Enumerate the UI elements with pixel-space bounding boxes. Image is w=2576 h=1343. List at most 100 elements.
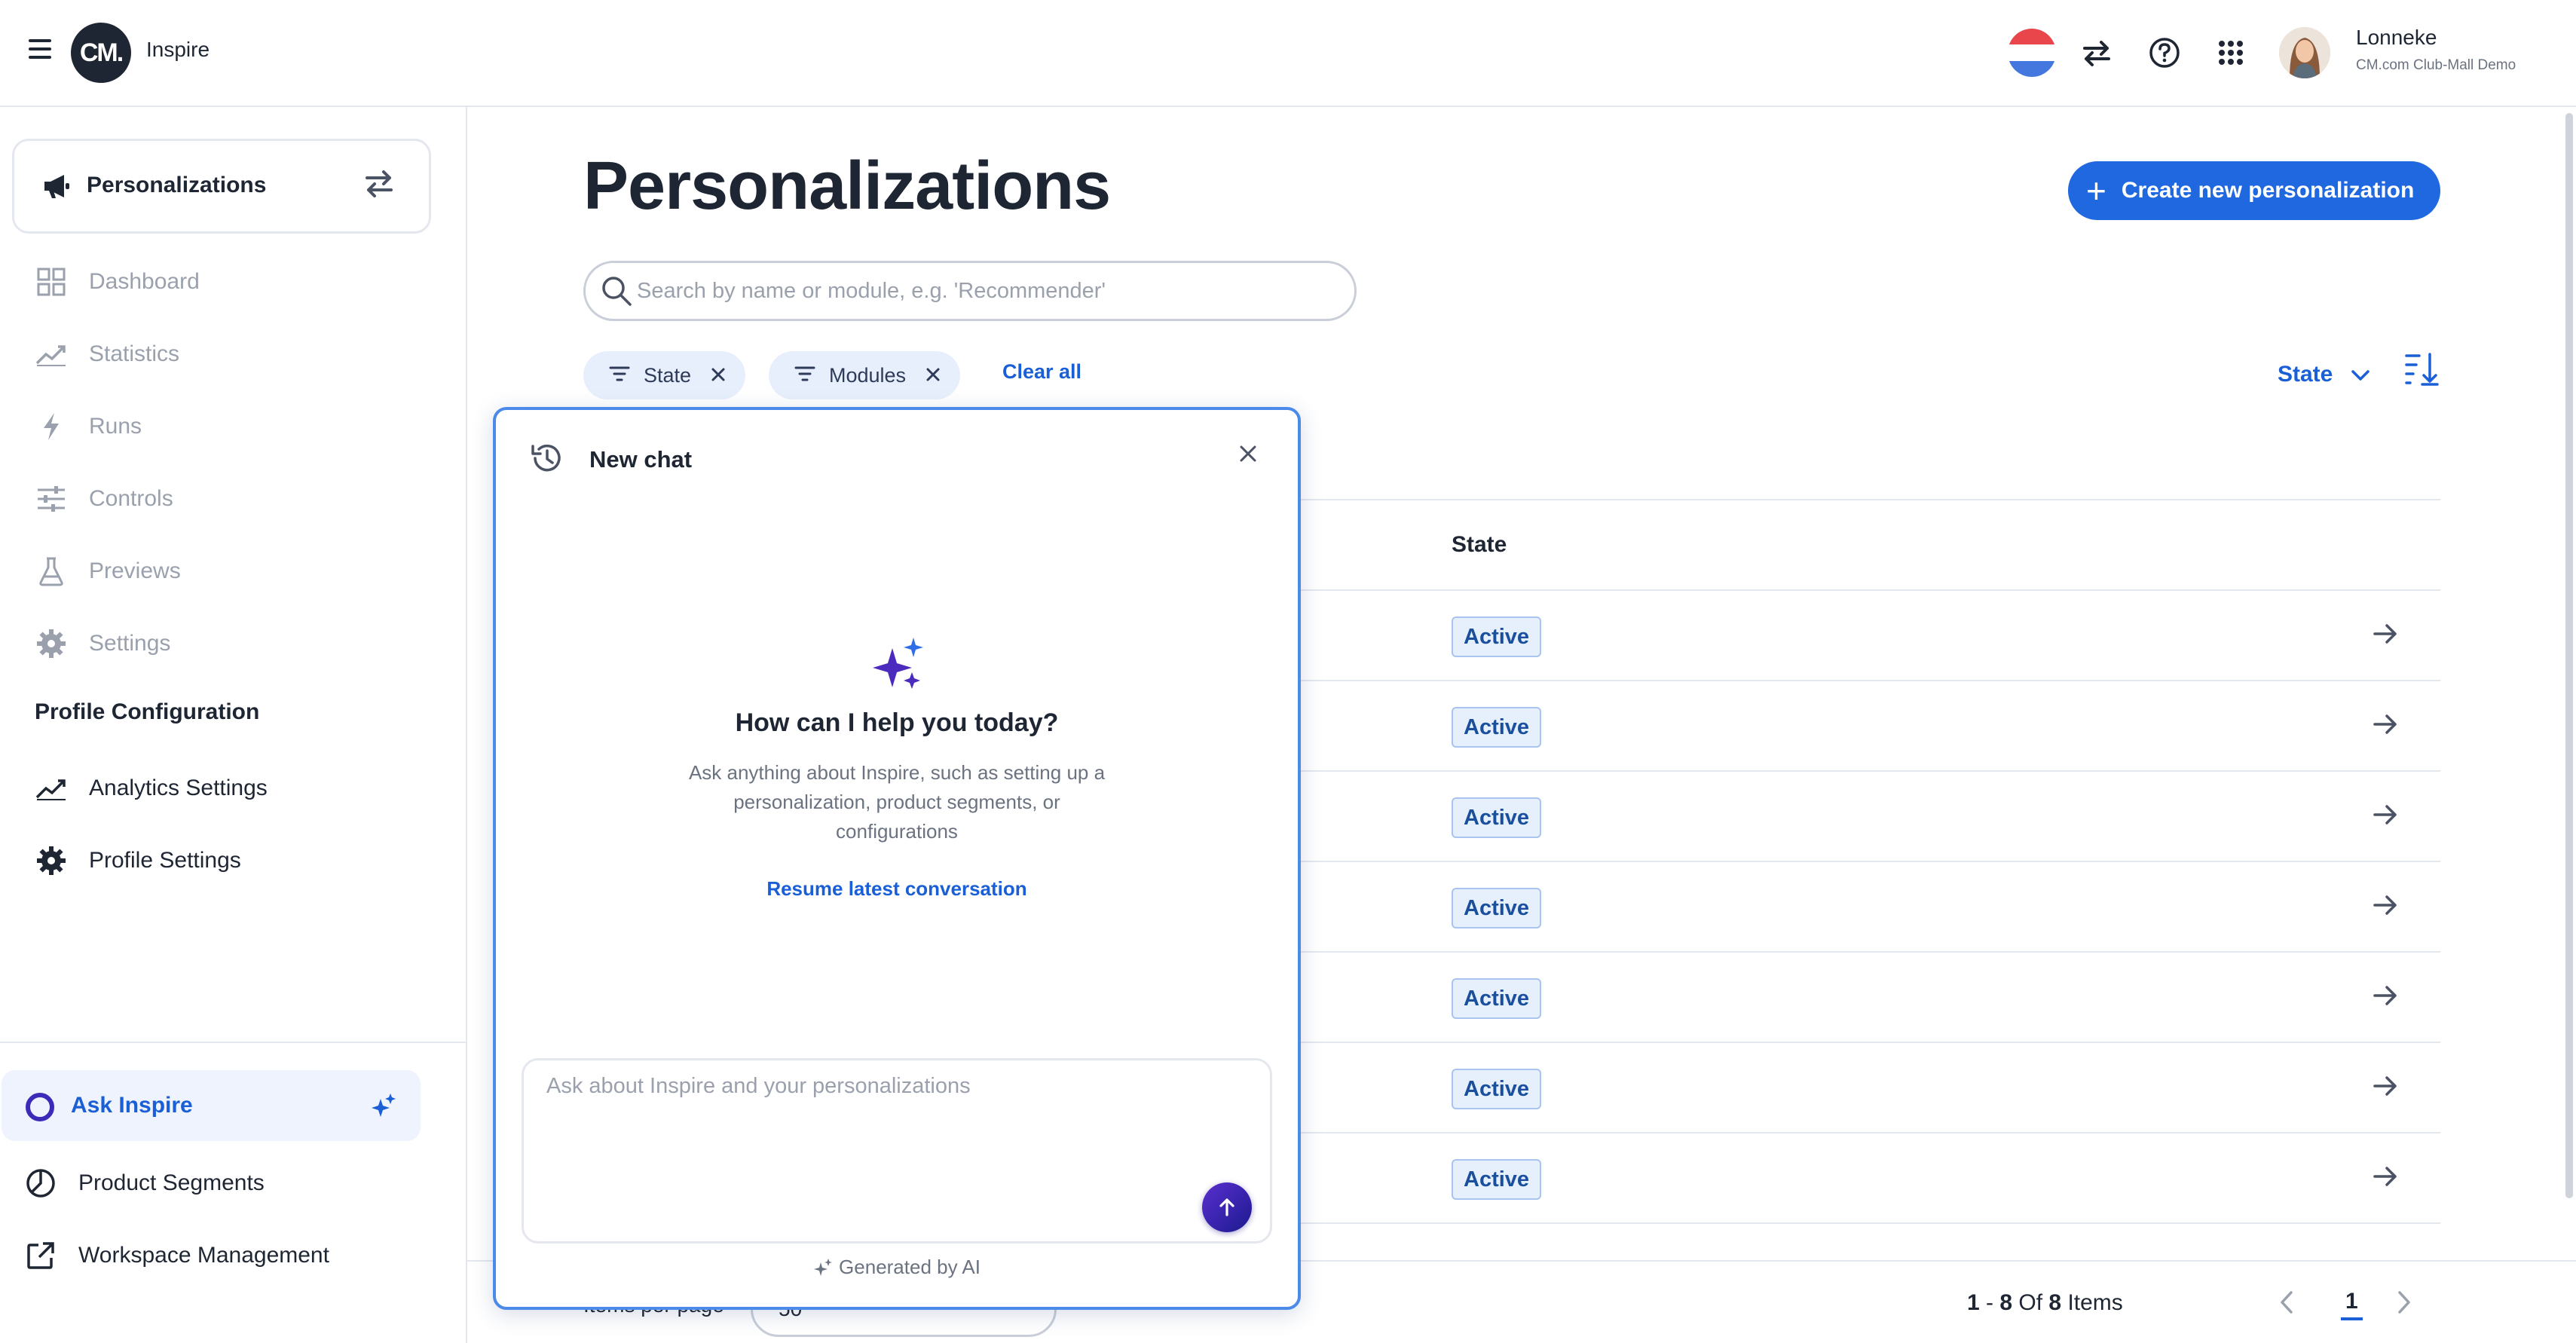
- nav-product-segments[interactable]: Product Segments: [23, 1161, 265, 1206]
- nav-dashboard[interactable]: Dashboard: [33, 259, 200, 304]
- nav-label: Profile Settings: [89, 848, 241, 873]
- status-badge: Active: [1452, 1159, 1542, 1200]
- filter-chip-modules[interactable]: Modules: [769, 351, 961, 399]
- status-badge: Active: [1452, 888, 1542, 928]
- chat-input[interactable]: [546, 1074, 1195, 1134]
- user-name[interactable]: Lonneke: [2356, 26, 2437, 50]
- table-row[interactable]: Active: [1296, 1042, 2440, 1132]
- range-start: 1: [1967, 1290, 1980, 1315]
- chat-panel: New chat How can I help you today? Ask a…: [493, 407, 1301, 1310]
- nav-profile-settings[interactable]: Profile Settings: [33, 838, 241, 883]
- nav-label: Statistics: [89, 341, 180, 366]
- module-label: Personalizations: [87, 173, 267, 197]
- table-row[interactable]: Active: [1296, 680, 2440, 770]
- nav-runs[interactable]: Runs: [33, 404, 142, 449]
- table-header-divider: [1296, 499, 2440, 500]
- sidebar: Personalizations Dashboard Statistics Ru…: [0, 107, 467, 1343]
- sort-dropdown[interactable]: State: [2278, 362, 2370, 387]
- footer-label: Generated by AI: [839, 1256, 981, 1278]
- chevron-right-icon[interactable]: [2397, 1290, 2412, 1318]
- table-row[interactable]: Active: [1296, 861, 2440, 951]
- sort-direction-icon[interactable]: [2404, 351, 2439, 390]
- swap-icon[interactable]: [363, 168, 396, 203]
- module-switcher[interactable]: Personalizations: [12, 139, 431, 234]
- sparkle-icon: [870, 636, 927, 697]
- page-title: Personalizations: [583, 148, 1111, 224]
- close-icon[interactable]: [925, 364, 941, 387]
- avatar[interactable]: [2279, 27, 2330, 78]
- megaphone-icon: [41, 171, 72, 205]
- filter-icon: [794, 364, 815, 387]
- nav-workspace-management[interactable]: Workspace Management: [23, 1233, 329, 1278]
- generated-by-ai-note: Generated by AI: [496, 1256, 1298, 1279]
- profile-configuration-heading: Profile Configuration: [35, 699, 260, 724]
- nav-controls[interactable]: Controls: [33, 476, 173, 522]
- help-icon[interactable]: [2145, 33, 2184, 72]
- external-link-icon: [23, 1237, 59, 1274]
- close-icon[interactable]: [711, 364, 726, 387]
- sparkle-icon: [814, 1258, 833, 1276]
- nav-label: Analytics Settings: [89, 776, 268, 800]
- language-flag-icon[interactable]: [2008, 29, 2056, 77]
- page-number[interactable]: 1: [2341, 1289, 2363, 1320]
- swap-icon[interactable]: [2077, 33, 2116, 72]
- dashboard-grid-icon: [33, 264, 69, 300]
- create-personalization-button[interactable]: + Create new personalization: [2068, 161, 2440, 220]
- nav-analytics-settings[interactable]: Analytics Settings: [33, 766, 268, 811]
- gear-icon: [33, 626, 69, 662]
- table-row[interactable]: Active: [1296, 770, 2440, 861]
- status-badge: Active: [1452, 707, 1542, 748]
- arrow-right-icon[interactable]: [2373, 1075, 2398, 1101]
- table-row[interactable]: Active: [1296, 951, 2440, 1042]
- nav-label: Dashboard: [89, 269, 200, 294]
- status-badge: Active: [1452, 1069, 1542, 1109]
- nav-label: Ask Inspire: [71, 1093, 193, 1118]
- menu-icon[interactable]: [29, 39, 51, 59]
- chevron-left-icon[interactable]: [2279, 1290, 2294, 1318]
- arrow-right-icon[interactable]: [2373, 894, 2398, 920]
- chart-line-icon: [33, 336, 69, 372]
- clear-all-link[interactable]: Clear all: [1002, 360, 1081, 384]
- resume-conversation-link[interactable]: Resume latest conversation: [496, 877, 1298, 901]
- nav-label: Controls: [89, 486, 173, 511]
- chat-input-box[interactable]: [522, 1058, 1272, 1244]
- status-badge: Active: [1452, 797, 1542, 838]
- plus-icon: +: [2086, 171, 2106, 210]
- table-row[interactable]: Active: [1296, 1132, 2440, 1222]
- close-icon[interactable]: [1238, 443, 1259, 468]
- filter-chip-state[interactable]: State: [583, 351, 746, 399]
- total-count: 8: [2048, 1290, 2062, 1315]
- arrow-right-icon[interactable]: [2373, 623, 2398, 649]
- scrollbar[interactable]: [2565, 113, 2573, 1198]
- status-badge: Active: [1452, 616, 1542, 657]
- arrow-right-icon[interactable]: [2373, 1165, 2398, 1192]
- chat-welcome-heading: How can I help you today?: [735, 708, 1059, 737]
- range-end: 8: [1999, 1290, 2013, 1315]
- arrow-right-icon[interactable]: [2373, 984, 2398, 1011]
- history-icon[interactable]: [529, 442, 564, 479]
- bolt-icon: [33, 408, 69, 445]
- search-bar[interactable]: [583, 261, 1357, 321]
- column-header-state[interactable]: State: [1452, 532, 1507, 558]
- send-button[interactable]: [1202, 1182, 1252, 1232]
- apps-grid-icon[interactable]: [2211, 33, 2250, 72]
- chip-label: Modules: [829, 363, 907, 387]
- nav-previews[interactable]: Previews: [33, 549, 181, 594]
- filter-icon: [609, 364, 630, 387]
- nav-settings[interactable]: Settings: [33, 621, 170, 666]
- table-row[interactable]: Active: [1296, 589, 2440, 680]
- create-button-label: Create new personalization: [2121, 178, 2415, 203]
- cm-logo[interactable]: CM.: [71, 23, 131, 83]
- items-label: Items: [2067, 1290, 2123, 1315]
- search-input[interactable]: [637, 265, 1315, 317]
- sparkle-icon: [371, 1093, 396, 1122]
- nav-label: Previews: [89, 558, 181, 583]
- nav-statistics[interactable]: Statistics: [33, 332, 179, 377]
- arrow-right-icon[interactable]: [2373, 713, 2398, 739]
- nav-label: Settings: [89, 631, 171, 656]
- nav-label: Workspace Management: [78, 1243, 329, 1268]
- nav-ask-inspire[interactable]: Ask Inspire: [2, 1070, 421, 1141]
- top-bar: CM. Inspire Lonneke CM.com Club-Mall Dem…: [0, 0, 2576, 107]
- arrow-right-icon[interactable]: [2373, 803, 2398, 830]
- arrow-up-icon: [1219, 1198, 1234, 1216]
